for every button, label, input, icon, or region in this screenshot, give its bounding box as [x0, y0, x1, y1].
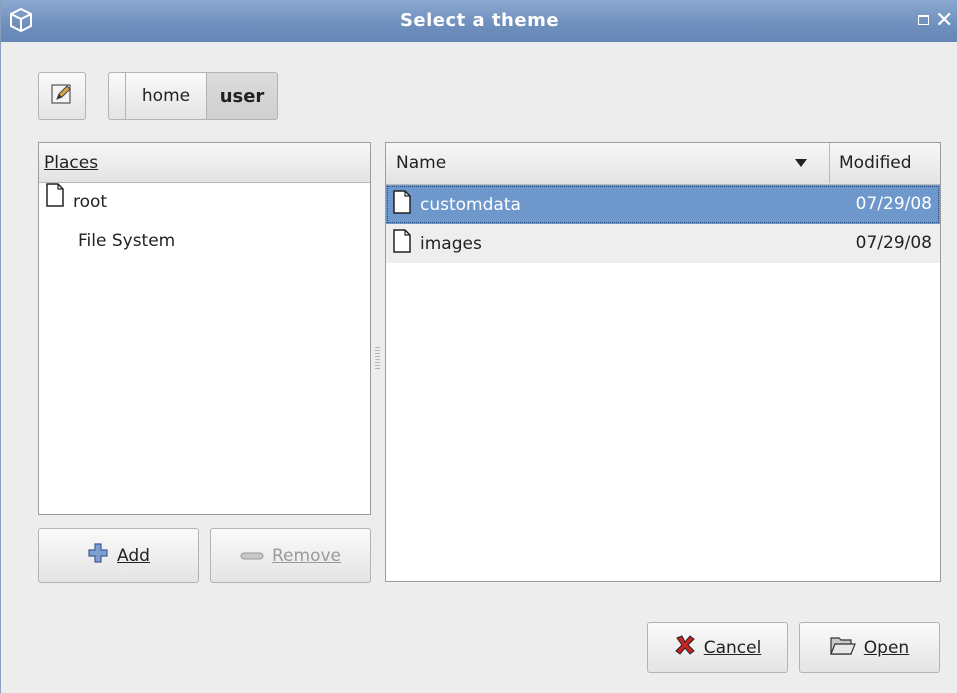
- places-item-root[interactable]: root: [39, 183, 370, 222]
- breadcrumb-user[interactable]: user: [206, 72, 278, 120]
- file-list-header: Name Modified: [386, 143, 940, 185]
- folder-open-icon: [829, 634, 856, 661]
- places-panel: Places root File System: [38, 142, 371, 515]
- file-row-customdata[interactable]: customdata 07/29/08: [386, 185, 940, 224]
- remove-label: Remove: [272, 545, 341, 566]
- file-row-images[interactable]: images 07/29/08: [386, 224, 940, 263]
- file-name: images: [420, 233, 482, 254]
- file-icon: [45, 183, 65, 222]
- breadcrumb-home[interactable]: home: [125, 72, 207, 120]
- maximize-icon[interactable]: [918, 15, 929, 25]
- places-item-label: root: [73, 192, 108, 212]
- file-modified: 07/29/08: [855, 194, 932, 214]
- close-icon[interactable]: ✕: [935, 6, 953, 36]
- places-header[interactable]: Places: [39, 143, 370, 183]
- open-button[interactable]: Open: [799, 622, 940, 673]
- window-title: Select a theme: [399, 10, 560, 31]
- pane-resize-handle[interactable]: [375, 347, 380, 369]
- add-bookmark-button[interactable]: Add: [38, 528, 199, 583]
- column-modified-label: Modified: [839, 153, 912, 173]
- cancel-icon: [674, 634, 696, 661]
- sort-descending-icon: [795, 159, 807, 167]
- places-item-file-system[interactable]: File System: [39, 222, 370, 261]
- file-name: customdata: [420, 194, 521, 215]
- file-icon: [392, 190, 412, 219]
- remove-icon: [240, 546, 264, 566]
- cancel-button[interactable]: Cancel: [647, 622, 788, 673]
- add-label: Add: [117, 545, 150, 566]
- title-bar[interactable]: Select a theme ✕: [1, 0, 957, 42]
- add-icon: [87, 542, 109, 569]
- remove-bookmark-button[interactable]: Remove: [210, 528, 371, 583]
- column-name-header[interactable]: Name: [386, 143, 830, 183]
- file-list: Name Modified customdata 07/29/08 images…: [385, 142, 941, 582]
- places-header-label: Places: [44, 153, 99, 173]
- breadcrumb-scroll-left[interactable]: [108, 72, 126, 120]
- column-modified-header[interactable]: Modified: [831, 143, 940, 183]
- file-modified: 07/29/08: [855, 233, 932, 253]
- edit-icon: [51, 83, 73, 110]
- open-label: Open: [863, 637, 910, 658]
- file-chooser-dialog: Select a theme ✕ home user Places root F…: [0, 0, 957, 693]
- cancel-label: Cancel: [703, 637, 762, 658]
- type-location-button[interactable]: [38, 72, 86, 120]
- places-item-label: File System: [78, 231, 176, 251]
- column-name-label: Name: [396, 153, 447, 173]
- file-icon: [392, 229, 412, 258]
